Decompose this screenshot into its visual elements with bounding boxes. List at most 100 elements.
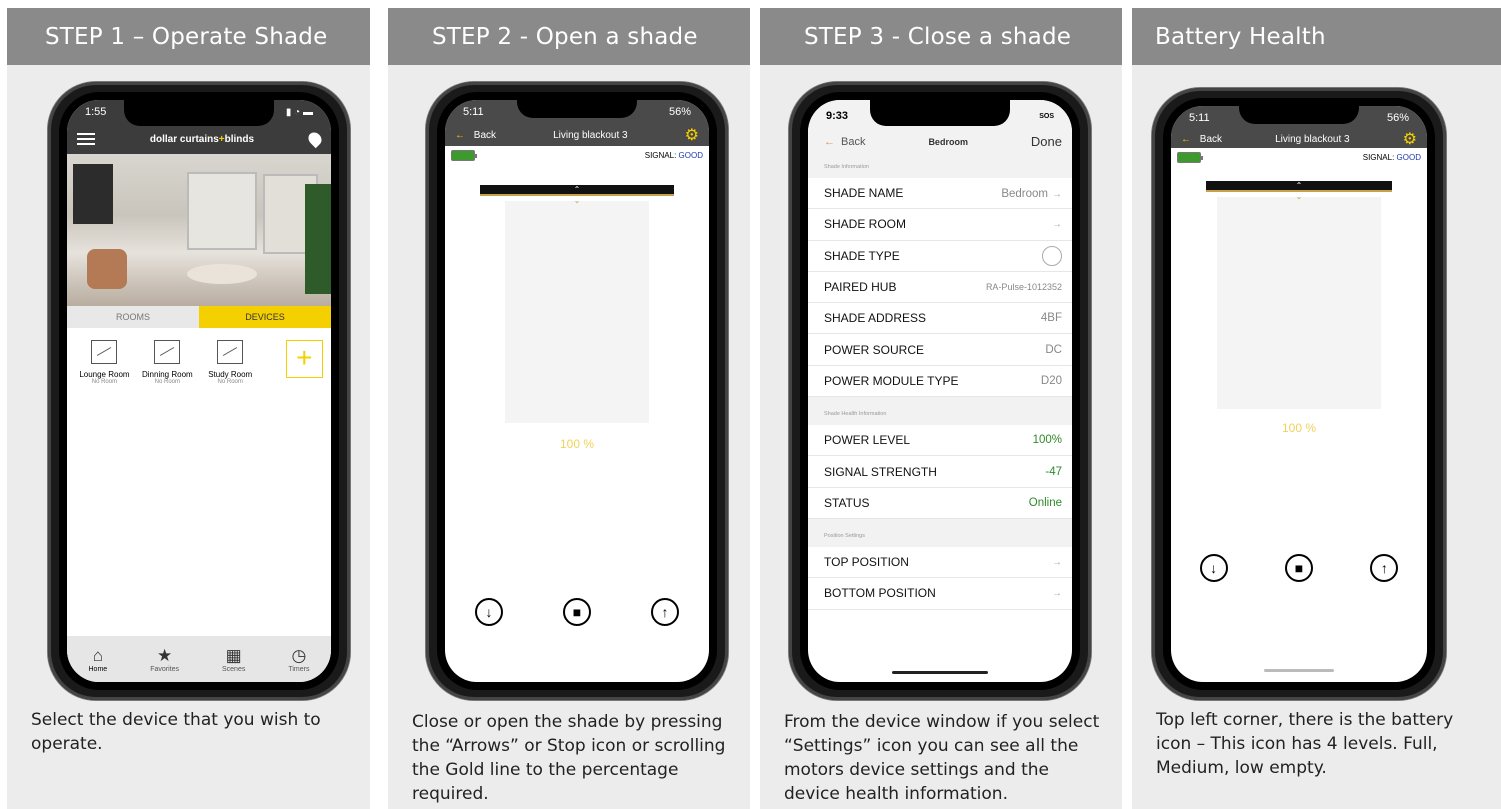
menu-icon[interactable]	[77, 133, 95, 145]
shade-fabric-area[interactable]	[505, 201, 649, 423]
row-power-level: POWER LEVEL 100%	[808, 425, 1072, 457]
home-indicator[interactable]	[1264, 669, 1334, 672]
section-label: Shade Health Information	[808, 397, 1072, 426]
row-shade-address: SHADE ADDRESS 4BF	[808, 303, 1072, 335]
row-power-source: POWER SOURCE DC	[808, 334, 1072, 366]
device-room: No Room	[217, 379, 243, 385]
device-dinning-room[interactable]: Dinning Room No Room	[138, 340, 197, 385]
shade-title: Living blackout 3	[553, 129, 628, 141]
nav-favorites[interactable]: ★ Favorites	[150, 646, 179, 673]
card-description: From the device window if you select “Se…	[784, 712, 1100, 804]
device-name: Lounge Room	[79, 370, 130, 379]
device-room: No Room	[91, 379, 118, 385]
status-time: 5:11	[463, 106, 484, 118]
phone-mockup: 5:11 56% ← Back Living blackout 3 ⚙ SIGN…	[426, 82, 728, 700]
signal-status: SIGNAL: GOOD	[644, 151, 703, 160]
status-icons: ▮ ◔ ▬	[285, 106, 313, 118]
nav-timers[interactable]: ◷ Timers	[288, 646, 309, 673]
shade-device-icon	[91, 340, 118, 364]
battery-icon	[451, 150, 477, 161]
card-description: Select the device that you wish to opera…	[31, 710, 321, 754]
row-paired-hub: PAIRED HUB RA-Pulse-1012352	[808, 272, 1072, 304]
card-title: STEP 3 - Close a shade	[760, 8, 1122, 65]
phone-mockup: 9:33 SOS ← Back Bedroom Done Shade Inform…	[789, 82, 1091, 700]
settings-title: Bedroom	[928, 136, 968, 147]
status-battery: 56%	[1386, 112, 1409, 124]
device-name: Study Room	[208, 370, 253, 379]
row-shade-type[interactable]: SHADE TYPE	[808, 241, 1072, 272]
status-time: 5:11	[1189, 112, 1210, 124]
card-title: STEP 1 – Operate Shade	[7, 8, 370, 65]
shade-rail-handle[interactable]: ⌃	[480, 185, 674, 196]
device-room: No Room	[154, 379, 180, 385]
phone-mockup: 1:55 ▮ ◔ ▬ dollar curtains+blinds ROOMS …	[48, 82, 350, 700]
row-top-position[interactable]: TOP POSITION →	[808, 547, 1072, 579]
card-step-2: STEP 2 - Open a shade 5:11 56% ← Back Li…	[388, 8, 750, 809]
battery-icon	[1177, 152, 1203, 163]
arrow-right-icon: →	[1052, 587, 1062, 599]
signal-status: SIGNAL: GOOD	[1362, 153, 1421, 162]
row-status: STATUS Online	[808, 488, 1072, 519]
shade-type-icon	[1042, 245, 1062, 266]
done-button[interactable]: Done	[1031, 134, 1062, 149]
gear-icon[interactable]: ⚙	[1403, 129, 1417, 149]
phone-mockup: 5:11 56% ← Back Living blackout 3 ⚙ SIGN…	[1152, 88, 1446, 700]
shade-up-button[interactable]: ↑	[651, 598, 679, 626]
clock-icon: ◷	[291, 645, 307, 665]
row-shade-name[interactable]: SHADE NAME Bedroom →	[808, 178, 1072, 210]
device-study-room[interactable]: Study Room No Room	[201, 340, 260, 385]
shade-device-icon	[154, 340, 181, 364]
shade-stop-button[interactable]: ■	[1284, 554, 1313, 582]
shade-down-button[interactable]: ↓	[1199, 554, 1228, 582]
home-icon: ⌂	[92, 645, 103, 665]
status-battery: 56%	[668, 106, 691, 118]
gear-icon[interactable]: ⚙	[685, 125, 699, 145]
section-label: Position Settings	[808, 518, 1072, 547]
shade-percentage: 100 %	[559, 437, 595, 451]
card-title: STEP 2 - Open a shade	[388, 8, 750, 65]
shade-fabric-area[interactable]	[1217, 197, 1381, 409]
card-battery-health: Battery Health 5:11 56% ← Back Living bl…	[1132, 8, 1501, 809]
status-time: 9:33	[826, 110, 849, 122]
room-photo	[67, 154, 331, 306]
back-button[interactable]: ← Back	[1181, 134, 1222, 145]
chevron-down-icon: ⌄	[1295, 192, 1303, 201]
add-device-button[interactable]: +	[285, 340, 323, 378]
shade-stop-button[interactable]: ■	[563, 598, 591, 626]
back-button[interactable]: ← Back	[824, 136, 865, 148]
chevron-down-icon: ⌄	[573, 196, 581, 205]
row-shade-room[interactable]: SHADE ROOM →	[808, 209, 1072, 241]
home-indicator[interactable]	[892, 671, 988, 674]
back-button[interactable]: ← Back	[455, 130, 496, 141]
shade-percentage: 100 %	[1281, 421, 1317, 435]
nav-home[interactable]: ⌂ Home	[89, 646, 108, 673]
tab-devices[interactable]: DEVICES	[199, 306, 331, 328]
device-name: Dinning Room	[141, 370, 193, 379]
star-icon: ★	[156, 645, 173, 665]
status-time: 1:55	[85, 106, 107, 118]
section-label: Shade Information	[808, 164, 1072, 178]
shade-up-button[interactable]: ↑	[1370, 554, 1399, 582]
status-icons: SOS	[1039, 112, 1054, 120]
nav-scenes[interactable]: ▦ Scenes	[222, 646, 245, 673]
location-pin-icon[interactable]	[305, 129, 325, 149]
row-power-module-type: POWER MODULE TYPE D20	[808, 366, 1072, 398]
card-description: Close or open the shade by pressing the …	[412, 712, 726, 804]
shade-title: Living blackout 3	[1275, 133, 1350, 145]
device-lounge-room[interactable]: Lounge Room No Room	[75, 340, 134, 385]
shade-down-button[interactable]: ↓	[475, 598, 503, 626]
row-bottom-position[interactable]: BOTTOM POSITION →	[808, 578, 1072, 610]
brand-logo: dollar curtains+blinds	[149, 133, 255, 145]
card-title: Battery Health	[1132, 8, 1501, 65]
shade-device-icon	[217, 340, 244, 364]
shade-rail-handle[interactable]: ⌃	[1206, 181, 1392, 192]
card-step-1: STEP 1 – Operate Shade 1:55 ▮ ◔ ▬ dollar…	[7, 8, 370, 809]
arrow-right-icon: →	[1052, 218, 1062, 230]
row-signal-strength: SIGNAL STRENGTH -47	[808, 456, 1072, 488]
tab-rooms[interactable]: ROOMS	[67, 306, 199, 328]
card-step-3: STEP 3 - Close a shade 9:33 SOS ← Back Be…	[760, 8, 1122, 809]
arrow-right-icon: →	[1052, 189, 1062, 201]
arrow-right-icon: →	[1052, 556, 1062, 568]
film-icon: ▦	[225, 645, 242, 665]
card-description: Top left corner, there is the battery ic…	[1156, 710, 1454, 778]
